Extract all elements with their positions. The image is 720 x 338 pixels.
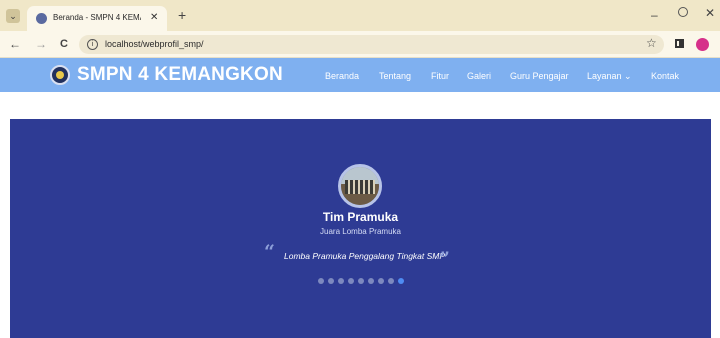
nav-beranda[interactable]: Beranda (325, 71, 359, 81)
reload-icon[interactable]: C (60, 37, 68, 51)
testimonial-role: Juara Lomba Pramuka (320, 227, 401, 236)
browser-tab-strip: ⌄ Beranda - SMPN 4 KEMANGKO ✕ + – ✕ (0, 0, 720, 31)
nav-tentang[interactable]: Tentang (379, 71, 411, 81)
carousel-dot[interactable] (378, 278, 384, 284)
bookmark-star-icon[interactable]: ☆ (646, 36, 657, 50)
carousel-dot[interactable] (328, 278, 334, 284)
browser-tab[interactable]: Beranda - SMPN 4 KEMANGKO ✕ (27, 6, 167, 31)
carousel-dot[interactable] (388, 278, 394, 284)
info-icon[interactable]: i (87, 39, 98, 50)
testimonial-name: Tim Pramuka (322, 210, 399, 224)
header-spacer (0, 92, 720, 119)
restore-icon[interactable] (678, 7, 688, 17)
nav-layanan-dropdown[interactable]: Layanan ⌄ (587, 71, 632, 82)
nav-kontak[interactable]: Kontak (651, 71, 679, 81)
carousel-dot[interactable] (348, 278, 354, 284)
nav-fitur[interactable]: Fitur (431, 71, 449, 81)
testimonial-photo (338, 164, 382, 208)
forward-icon[interactable]: → (35, 37, 47, 51)
window-close-icon[interactable]: ✕ (705, 6, 715, 20)
quote-open-icon: “ (264, 241, 275, 263)
side-panel-icon[interactable] (675, 39, 684, 48)
profile-avatar[interactable] (696, 38, 709, 51)
school-logo-icon[interactable] (50, 65, 70, 85)
carousel-dot[interactable] (368, 278, 374, 284)
carousel-pagination (318, 278, 404, 284)
carousel-dot[interactable] (318, 278, 324, 284)
tab-search-button[interactable]: ⌄ (6, 9, 20, 23)
address-bar[interactable]: i localhost/webprofil_smp/ (79, 35, 664, 54)
back-icon[interactable]: ← (9, 37, 21, 51)
url-text[interactable]: localhost/webprofil_smp/ (105, 39, 204, 49)
testimonial-quote: Lomba Pramuka Penggalang Tingkat SMP (284, 251, 446, 261)
favicon-icon (36, 13, 47, 24)
new-tab-button[interactable]: + (178, 8, 186, 22)
tab-title: Beranda - SMPN 4 KEMANGKO (53, 13, 141, 22)
tab-close-icon[interactable]: ✕ (150, 11, 158, 25)
carousel-dot[interactable] (398, 278, 404, 284)
nav-galeri[interactable]: Galeri (467, 71, 491, 81)
nav-guru-pengajar[interactable]: Guru Pengajar (510, 71, 569, 81)
browser-toolbar: ← → C i localhost/webprofil_smp/ ☆ ⋮ (0, 31, 720, 58)
testimonial-section: Tim Pramuka Juara Lomba Pramuka “ Lomba … (10, 119, 711, 338)
carousel-dot[interactable] (338, 278, 344, 284)
minimize-icon[interactable]: – (651, 8, 658, 22)
quote-close-icon: ” (439, 248, 450, 270)
site-brand[interactable]: SMPN 4 KEMANGKON (77, 64, 283, 86)
carousel-dot[interactable] (358, 278, 364, 284)
menu-icon[interactable]: ⋮ (715, 37, 720, 51)
site-header: SMPN 4 KEMANGKON Beranda Tentang Fitur G… (0, 58, 720, 92)
